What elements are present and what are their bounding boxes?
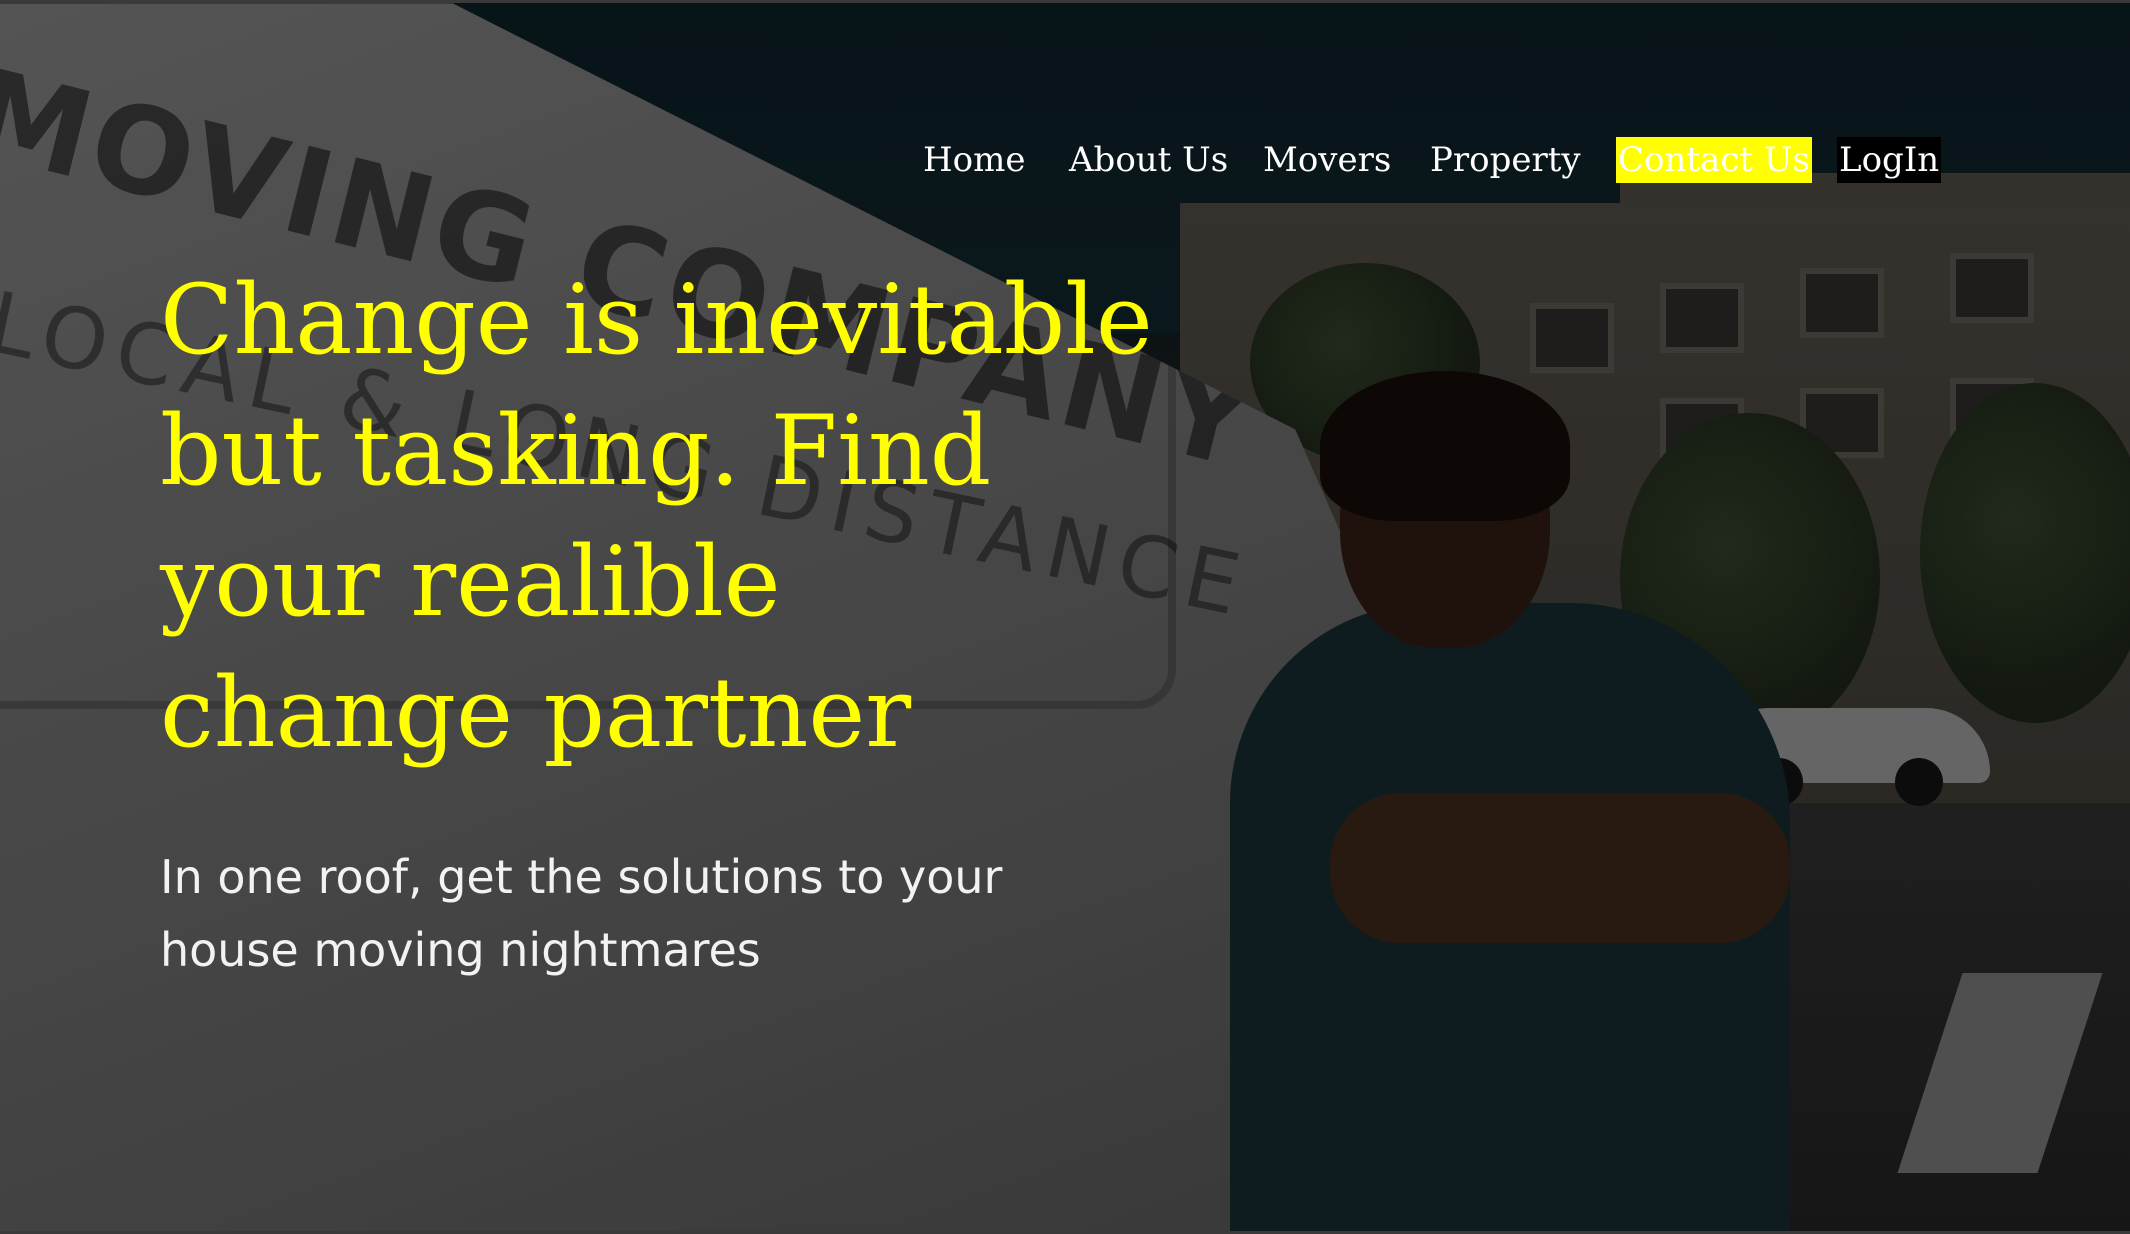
hero-headline: Change is inevitable but tasking. Find y… — [160, 264, 1153, 769]
nav-home-link[interactable]: Home — [923, 137, 1025, 183]
nav-contact-us-link[interactable]: Contact Us — [1616, 137, 1812, 183]
main-navigation: Home About Us Movers Property Contact Us… — [0, 137, 2130, 187]
nav-login-link[interactable]: LogIn — [1837, 137, 1942, 183]
nav-about-us-link[interactable]: About Us — [1069, 137, 1228, 183]
nav-movers-link[interactable]: Movers — [1263, 137, 1391, 183]
hero-subheadline: In one roof, get the solutions to your h… — [160, 850, 1003, 977]
hero-section: MOVING COMPANY LOCAL & LONG DISTANCE Hom… — [0, 0, 2130, 1234]
nav-property-link[interactable]: Property — [1430, 137, 1581, 183]
